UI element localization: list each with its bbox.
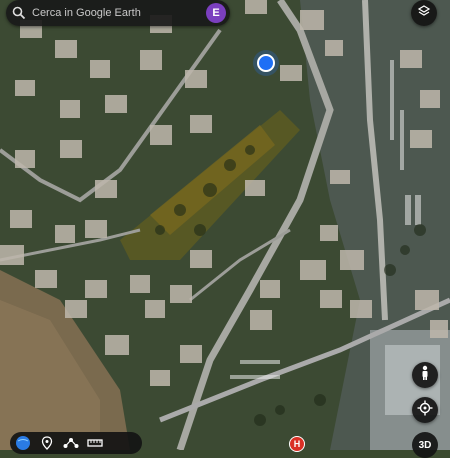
account-avatar[interactable]: E [206, 3, 226, 23]
satellite-map[interactable] [0, 0, 450, 450]
layers-icon [417, 4, 431, 23]
search-icon [6, 0, 32, 26]
3d-toggle-button[interactable]: 3D [412, 432, 438, 458]
layers-button[interactable] [411, 0, 437, 26]
satellite-imagery [0, 0, 450, 450]
bottom-toolbar [10, 432, 142, 454]
path-icon[interactable] [62, 434, 80, 452]
search-bar[interactable]: Cerca in Google Earth E [6, 0, 230, 26]
globe-icon[interactable] [14, 434, 32, 452]
pegman-icon [418, 365, 432, 386]
search-placeholder[interactable]: Cerca in Google Earth [32, 7, 206, 19]
my-location-dot [257, 54, 275, 72]
my-location-button[interactable] [412, 397, 438, 423]
place-pin-icon[interactable] [38, 434, 56, 452]
ruler-icon[interactable] [86, 434, 104, 452]
street-view-button[interactable] [412, 362, 438, 388]
location-target-icon [417, 400, 433, 421]
